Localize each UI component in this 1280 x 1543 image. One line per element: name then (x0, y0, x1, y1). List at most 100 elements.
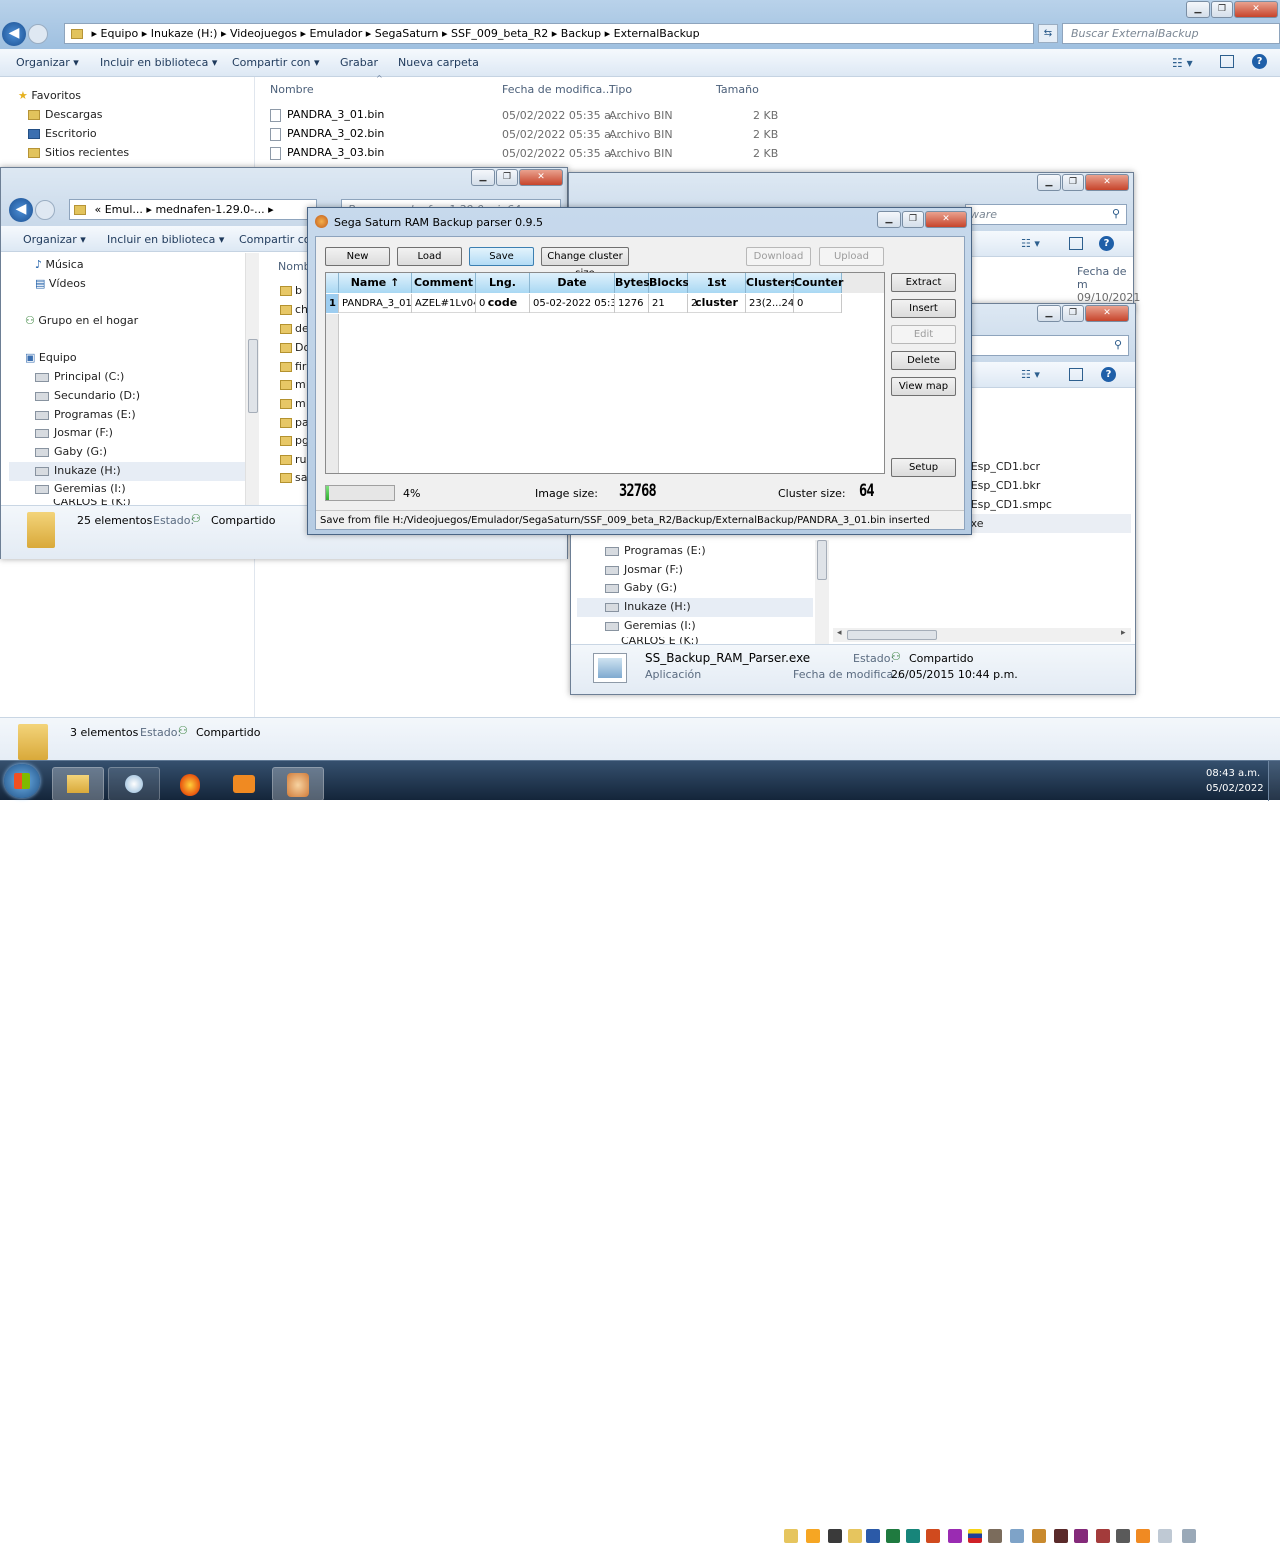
nav-drive-f[interactable]: Josmar (F:) (35, 426, 113, 439)
folder-item[interactable]: de (280, 322, 309, 335)
address-bar[interactable]: « Emul... ▸ mednafen-1.29.0-... ▸ (69, 199, 317, 220)
load-button[interactable]: Load (397, 247, 462, 266)
tray-show-more-icon[interactable] (1182, 1529, 1196, 1543)
col-date[interactable]: Date (530, 273, 615, 293)
nav-favorites[interactable]: ★ Favoritos (18, 89, 81, 102)
preview-pane-icon[interactable] (1069, 368, 1083, 381)
search-input[interactable]: ⚲ (967, 335, 1129, 356)
col-nombre[interactable]: Nombre (270, 83, 314, 96)
close-button[interactable]: ✕ (1085, 305, 1129, 322)
change-cluster-size-button[interactable]: Change cluster size (541, 247, 629, 279)
col-tamano[interactable]: Tamaño (716, 83, 759, 96)
tray-word-icon[interactable] (866, 1529, 880, 1543)
table-row[interactable]: 1 PANDRA_3_01 AZEL#1Lv04 0 05-02-2022 05… (326, 294, 842, 313)
col-name[interactable]: Name ↑ (339, 273, 412, 293)
taskbar-firefox[interactable] (164, 767, 216, 801)
nav-drive-g[interactable]: Gaby (G:) (35, 445, 107, 458)
tray-app4-icon[interactable] (1096, 1529, 1110, 1543)
tray-app5-icon[interactable] (1116, 1529, 1130, 1543)
col-lng-code[interactable]: Lng. code (476, 273, 530, 309)
nav-equipo[interactable]: ▣ Equipo (25, 351, 77, 364)
breadcrumb-3[interactable]: Emulador (310, 27, 363, 40)
nav-drive-i[interactable]: Geremias (I:) (35, 482, 126, 495)
upload-button[interactable]: Upload (819, 247, 884, 266)
col-tipo[interactable]: Tipo (609, 83, 632, 96)
search-input[interactable]: Buscar ExternalBackup (1062, 23, 1280, 44)
tray-ve-flag-icon[interactable] (968, 1529, 982, 1543)
taskbar-paint[interactable] (108, 767, 160, 801)
toolbar-library[interactable]: Incluir en biblioteca ▾ (100, 56, 217, 69)
col-blocks[interactable]: Blocks (649, 273, 689, 293)
toolbar-share[interactable]: Compartir con ▾ (232, 56, 320, 69)
breadcrumb-1[interactable]: Inukaze (H:) (151, 27, 218, 40)
tray-app2-icon[interactable] (1054, 1529, 1068, 1543)
folder-item[interactable]: b (280, 284, 302, 297)
clock-time[interactable]: 08:43 a.m. (1206, 768, 1260, 779)
nav-drive-g[interactable]: Gaby (G:) (605, 581, 677, 594)
setup-button[interactable]: Setup (891, 458, 956, 477)
tray-powerpoint-icon[interactable] (926, 1529, 940, 1543)
view-map-button[interactable]: View map (891, 377, 956, 396)
preview-pane-icon[interactable] (1069, 237, 1083, 250)
back-button[interactable]: ◀ (9, 198, 33, 222)
nav-recientes[interactable]: Sitios recientes (28, 146, 129, 159)
folder-item[interactable]: ru (280, 453, 307, 466)
tray-box-icon[interactable] (1032, 1529, 1046, 1543)
tray-media-icon[interactable] (828, 1529, 842, 1543)
tray-excel-icon[interactable] (886, 1529, 900, 1543)
folder-item[interactable]: pg (280, 434, 309, 447)
breadcrumb-0[interactable]: Emul... (105, 203, 143, 216)
file-row[interactable]: PANDRA_3_02.bin 05/02/2022 05:35 a... Ar… (270, 125, 790, 143)
help-icon[interactable]: ? (1099, 236, 1114, 251)
minimize-button[interactable]: ▁ (1037, 174, 1061, 191)
toolbar-share[interactable]: Compartir con (239, 233, 318, 246)
start-button[interactable] (4, 764, 40, 798)
breadcrumb-7[interactable]: ExternalBackup (614, 27, 700, 40)
search-input[interactable]: ware ⚲ (965, 204, 1127, 225)
close-button[interactable]: ✕ (519, 169, 563, 186)
nav-drive-i[interactable]: Geremias (I:) (605, 619, 696, 632)
minimize-button[interactable]: ▁ (1037, 305, 1061, 322)
nav-drive-e[interactable]: Programas (E:) (35, 408, 136, 421)
toolbar-burn[interactable]: Grabar (340, 56, 378, 69)
nav-drive-e[interactable]: Programas (E:) (605, 544, 706, 557)
col-counter[interactable]: Counter (794, 273, 843, 293)
preview-pane-icon[interactable] (1220, 55, 1234, 68)
breadcrumb-0[interactable]: Equipo (101, 27, 139, 40)
folder-item[interactable]: m (280, 378, 306, 391)
folder-item[interactable]: pa (280, 416, 309, 429)
folder-item[interactable]: m (280, 397, 306, 410)
nav-drive-d[interactable]: Secundario (D:) (35, 389, 140, 402)
nav-drive-h[interactable]: Inukaze (H:) (577, 598, 813, 617)
folder-item[interactable]: sa (280, 471, 307, 484)
tray-tool-icon[interactable] (1010, 1529, 1024, 1543)
minimize-button[interactable]: ▁ (471, 169, 495, 186)
folder-item[interactable]: Do (280, 341, 310, 354)
close-button[interactable]: ✕ (925, 211, 967, 228)
help-icon[interactable]: ? (1101, 367, 1116, 382)
nav-descargas[interactable]: Descargas (28, 108, 103, 121)
toolbar-library[interactable]: Incluir en biblioteca ▾ (107, 233, 224, 246)
insert-button[interactable]: Insert (891, 299, 956, 318)
scrollbar[interactable] (245, 253, 259, 505)
view-icon[interactable]: ☷ ▾ (1021, 237, 1040, 250)
new-button[interactable]: New (325, 247, 390, 266)
help-icon[interactable]: ? (1252, 54, 1267, 69)
address-bar[interactable]: ▸ Equipo ▸ Inukaze (H:) ▸ Videojuegos ▸ … (64, 23, 1034, 44)
close-button[interactable]: ✕ (1234, 1, 1278, 18)
show-desktop-button[interactable] (1268, 761, 1280, 801)
toolbar-organize[interactable]: Organizar ▾ (23, 233, 86, 246)
horizontal-scrollbar[interactable]: ◂ ▸ (833, 628, 1131, 642)
tray-app-icon[interactable] (806, 1529, 820, 1543)
col-clusters[interactable]: Clusters (746, 273, 797, 293)
file-row[interactable]: PANDRA_3_03.bin 05/02/2022 05:35 a... Ar… (270, 144, 790, 162)
delete-button[interactable]: Delete (891, 351, 956, 370)
taskbar-camera[interactable] (218, 767, 270, 801)
col-comment[interactable]: Comment (412, 273, 476, 293)
folder-item[interactable]: ch (280, 303, 308, 316)
breadcrumb-4[interactable]: SegaSaturn (375, 27, 439, 40)
tray-publisher-icon[interactable] (906, 1529, 920, 1543)
breadcrumb-1[interactable]: mednafen-1.29.0-... (155, 203, 264, 216)
maximize-button[interactable]: ❐ (1062, 174, 1084, 191)
view-icon[interactable]: ☷ ▾ (1021, 368, 1040, 381)
